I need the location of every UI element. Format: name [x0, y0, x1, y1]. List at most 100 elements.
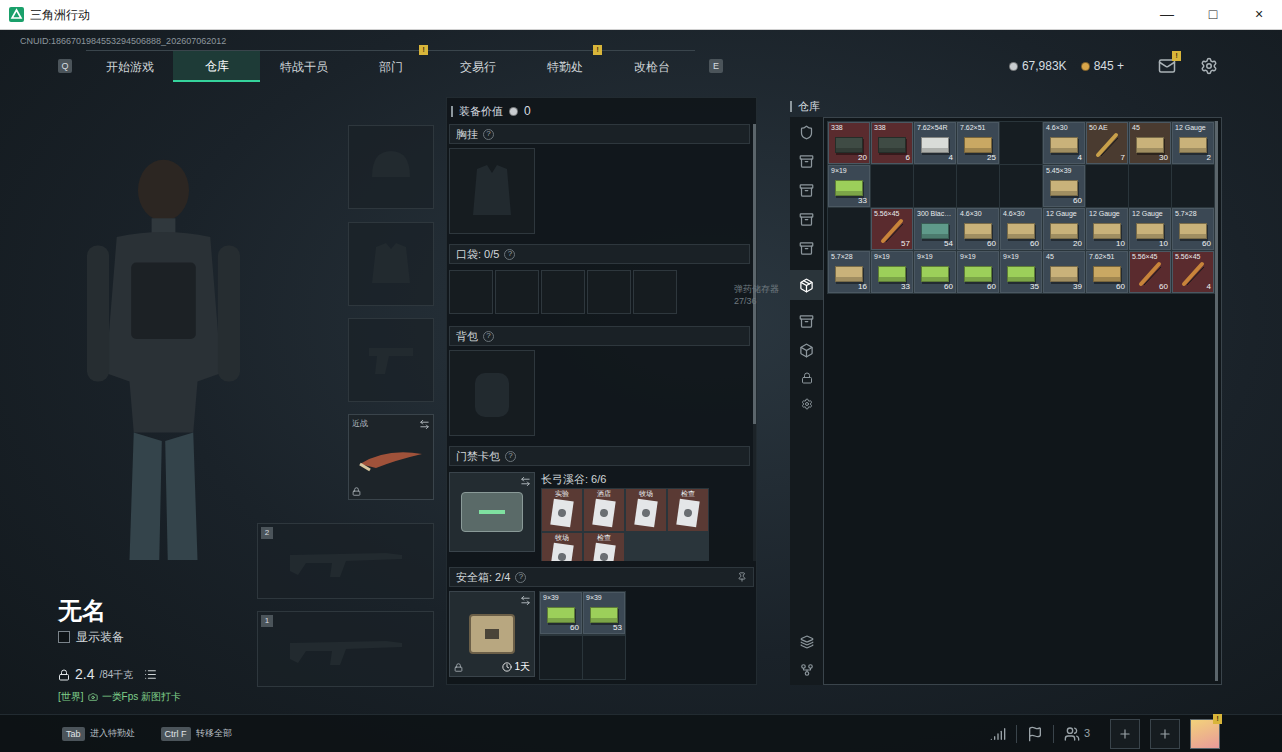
card-pack-slot[interactable]	[449, 472, 535, 552]
box-icon[interactable]	[799, 343, 814, 358]
nav-tab[interactable]: 开始游戏	[86, 51, 173, 82]
currency[interactable]: 67,983K	[1009, 57, 1067, 75]
chat-line[interactable]: [世界]一类Fps 新图打卡	[58, 689, 257, 704]
nav-key[interactable]: Q	[58, 59, 72, 73]
avatar[interactable]: !	[1190, 719, 1220, 749]
lock-icon[interactable]	[801, 372, 813, 384]
pin-icon[interactable]	[737, 572, 747, 582]
access-card[interactable]: 牧场	[626, 489, 666, 531]
help-mark[interactable]: ?	[483, 331, 494, 342]
sort-icon[interactable]	[800, 663, 814, 677]
ammo-item[interactable]: 9×3960	[540, 592, 582, 634]
scrollbar[interactable]	[1215, 121, 1218, 681]
ammo-item[interactable]: 9×1935	[1000, 251, 1042, 293]
empty-cell[interactable]	[1172, 165, 1214, 207]
ammo-item[interactable]: 9×1960	[914, 251, 956, 293]
nav-tab[interactable]: 特勤处!	[521, 51, 608, 82]
help-mark[interactable]: ?	[483, 129, 494, 140]
window-control[interactable]: ×	[1236, 0, 1282, 29]
storage-icon[interactable]	[799, 314, 814, 329]
empty-cell[interactable]	[1000, 165, 1042, 207]
ammo-item[interactable]: 5.56×4557	[871, 208, 913, 250]
chest-rig-slot[interactable]	[449, 148, 535, 234]
helmet-slot[interactable]	[348, 125, 434, 209]
pocket-slot[interactable]	[587, 270, 631, 314]
armor-slot[interactable]	[348, 222, 434, 306]
ammo-item[interactable]: 9×1933	[871, 251, 913, 293]
gear-icon[interactable]	[1200, 57, 1218, 75]
pistol-slot[interactable]	[348, 318, 434, 402]
ammo-item[interactable]: 50 AE7	[1086, 122, 1128, 164]
ammo-item[interactable]: 300 Blac…54	[914, 208, 956, 250]
ammo-item[interactable]: 9×3953	[583, 592, 625, 634]
ammo-item[interactable]: 5.56×4560	[1129, 251, 1171, 293]
swap-icon[interactable]	[520, 595, 531, 606]
storage-icon[interactable]	[799, 241, 814, 256]
ammo-item[interactable]: 4539	[1043, 251, 1085, 293]
help-mark[interactable]: ?	[505, 451, 516, 462]
flag-icon[interactable]	[1027, 726, 1043, 742]
show-equipment-checkbox[interactable]: 显示装备	[58, 628, 257, 646]
help-mark[interactable]: ?	[504, 249, 515, 260]
gear-icon[interactable]	[801, 398, 813, 410]
storage-icon[interactable]	[799, 154, 814, 169]
safe-box-slot[interactable]: 1天	[449, 591, 535, 677]
nav-tab[interactable]: 特战干员	[260, 51, 347, 82]
ammo-item[interactable]: 9×1933	[828, 165, 870, 207]
help-mark[interactable]: ?	[515, 572, 526, 583]
nav-tab[interactable]: 交易行	[434, 51, 521, 82]
ammo-item[interactable]: 7.62×54R4	[914, 122, 956, 164]
empty-cell[interactable]	[1086, 165, 1128, 207]
access-card[interactable]: 检查	[584, 533, 624, 561]
ammo-item[interactable]: 4.6×3060	[1000, 208, 1042, 250]
ammo-item[interactable]: 12 Gauge10	[1129, 208, 1171, 250]
ammo-item[interactable]: 5.7×2860	[1172, 208, 1214, 250]
ammo-item[interactable]: 9×1960	[957, 251, 999, 293]
ammo-item[interactable]: 12 Gauge10	[1086, 208, 1128, 250]
empty-cell[interactable]	[1000, 122, 1042, 164]
add-member-button[interactable]	[1110, 719, 1140, 749]
key-hint[interactable]: Ctrl F转移全部	[161, 727, 232, 741]
stats-icon[interactable]	[990, 726, 1006, 742]
storage-icon[interactable]	[799, 212, 814, 227]
weapon-slot[interactable]: 2	[257, 523, 434, 599]
scrollbar[interactable]	[753, 124, 756, 561]
add-member-button[interactable]	[1150, 719, 1180, 749]
access-card[interactable]: 实验	[542, 489, 582, 531]
currency[interactable]: 845 +	[1081, 57, 1124, 75]
empty-cell[interactable]	[957, 165, 999, 207]
list-icon[interactable]	[144, 668, 157, 681]
empty-cell[interactable]	[828, 208, 870, 250]
empty-cell[interactable]	[914, 165, 956, 207]
ammo-item[interactable]: 5.45×3960	[1043, 165, 1085, 207]
ammo-item[interactable]: 5.7×2816	[828, 251, 870, 293]
nav-key[interactable]: E	[709, 59, 723, 73]
backpack-slot[interactable]	[449, 350, 535, 436]
ammo-item[interactable]: 7.62×5125	[957, 122, 999, 164]
friends[interactable]: 3	[1064, 725, 1090, 742]
ammo-item[interactable]: 33820	[828, 122, 870, 164]
ammo-item[interactable]: 4.6×3060	[957, 208, 999, 250]
storage-icon[interactable]	[799, 183, 814, 198]
swap-icon[interactable]	[419, 419, 430, 430]
access-card[interactable]: 检查	[668, 489, 708, 531]
ammo-item[interactable]: 4.6×304	[1043, 122, 1085, 164]
access-card[interactable]: 酒店	[584, 489, 624, 531]
ammo-item[interactable]: 12 Gauge20	[1043, 208, 1085, 250]
key-hint[interactable]: Tab进入特勤处	[62, 727, 135, 741]
weapon-slot[interactable]: 1	[257, 611, 434, 687]
shield-icon[interactable]	[799, 125, 814, 140]
nav-tab[interactable]: 仓库	[173, 51, 260, 82]
window-control[interactable]: —	[1144, 0, 1190, 29]
layers-icon[interactable]	[800, 635, 814, 649]
ammo-item[interactable]: 3386	[871, 122, 913, 164]
swap-icon[interactable]	[520, 476, 531, 487]
empty-cell[interactable]	[540, 636, 582, 679]
access-card[interactable]: 牧场	[542, 533, 582, 561]
nav-tab[interactable]: 部门!	[347, 51, 434, 82]
ammo-item[interactable]: 7.62×5160	[1086, 251, 1128, 293]
empty-cell[interactable]	[1129, 165, 1171, 207]
pocket-slot[interactable]	[541, 270, 585, 314]
ammo-item[interactable]: 5.56×454	[1172, 251, 1214, 293]
nav-tab[interactable]: 改枪台	[608, 51, 695, 82]
